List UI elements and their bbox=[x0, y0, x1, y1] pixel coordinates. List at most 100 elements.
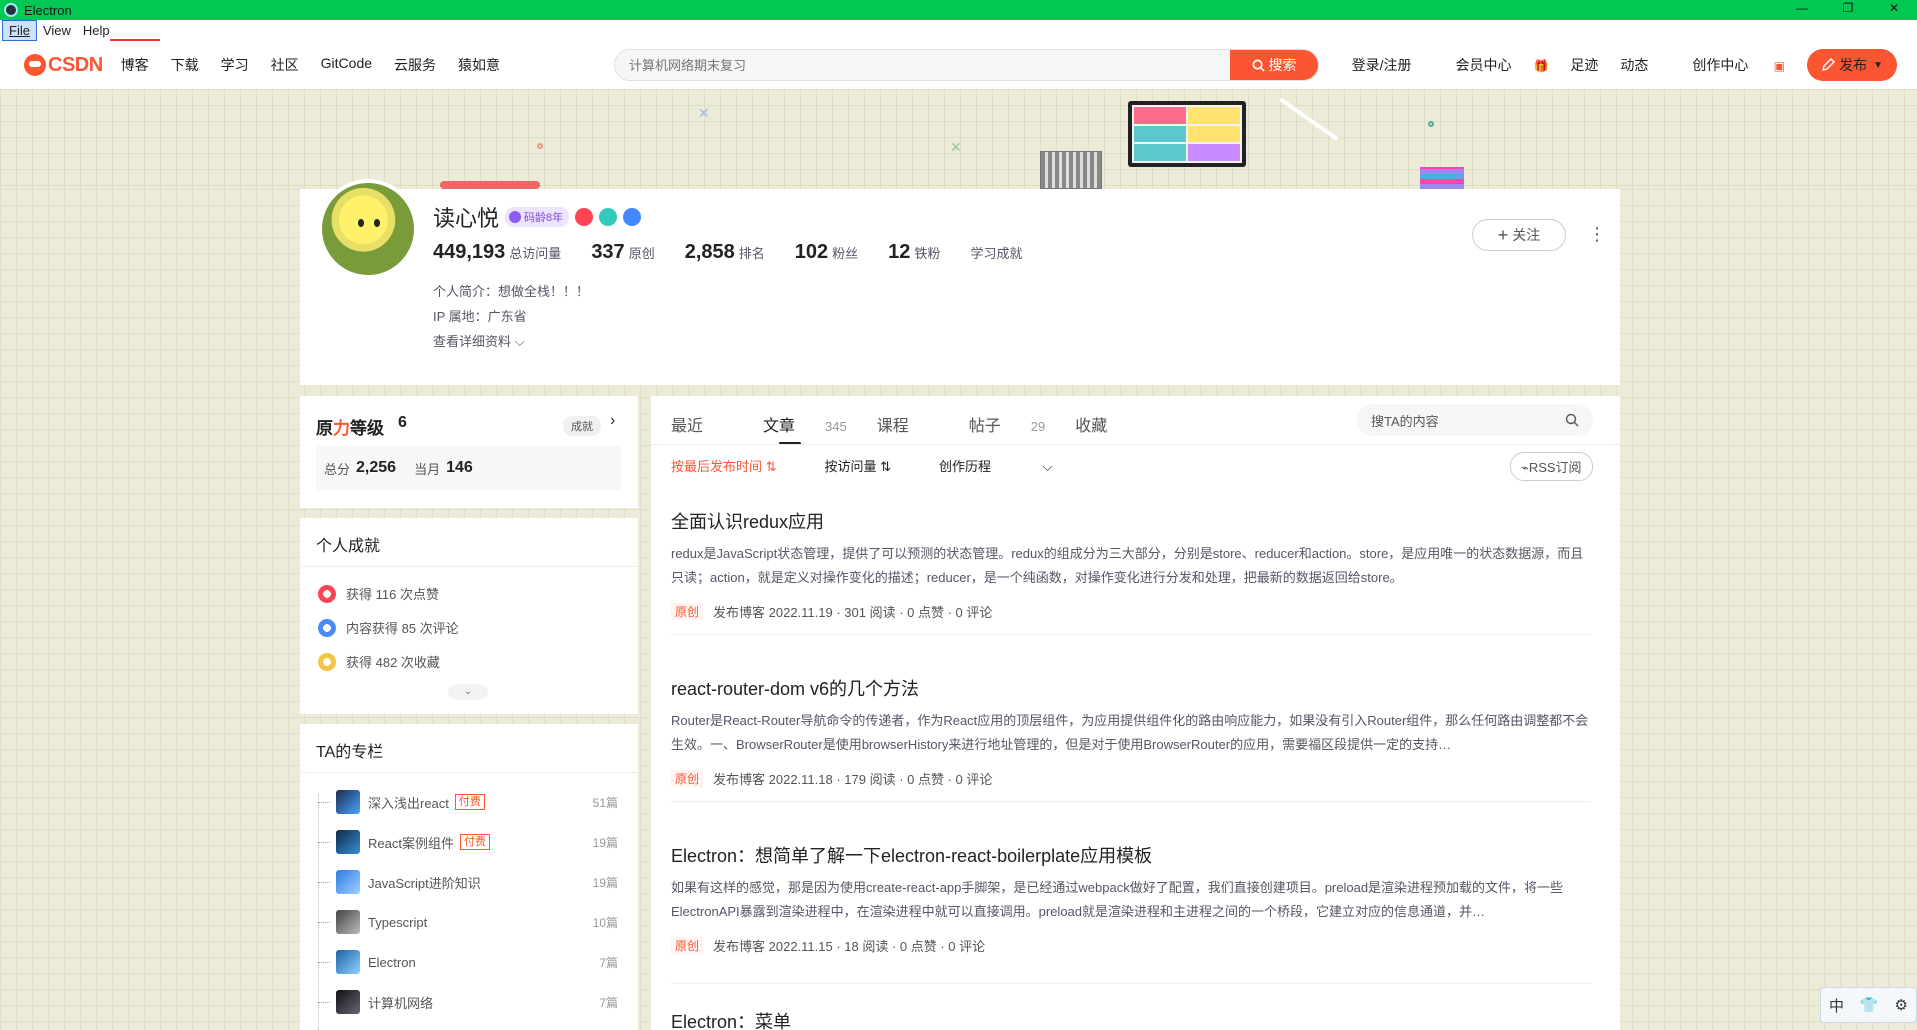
stat-value: 337 bbox=[591, 241, 625, 263]
nav-download[interactable]: 下载 bbox=[171, 55, 199, 75]
medal-icon[interactable] bbox=[623, 208, 642, 226]
stat-fans[interactable]: 102 粉丝 bbox=[795, 241, 858, 264]
nav-community[interactable]: 社区 bbox=[271, 55, 299, 75]
login-link[interactable]: 登录/注册 bbox=[1352, 55, 1412, 75]
search-icon[interactable] bbox=[1565, 413, 1579, 427]
toolbar-right: 登录/注册 会员中心 🎁 足迹 动态 创作中心 ▣ 发布 ▼ bbox=[1330, 41, 1897, 89]
menu-view[interactable]: View bbox=[37, 21, 77, 40]
article-meta-text: 发布博客 2022.11.15 · 18 阅读 · 0 点赞 · 0 评论 bbox=[713, 939, 986, 954]
level-achievement-tag[interactable]: 成就 bbox=[563, 416, 601, 436]
site-search-input[interactable] bbox=[615, 50, 1230, 80]
medal-icon[interactable] bbox=[575, 208, 594, 226]
creator-center-label: 创作中心 bbox=[1692, 57, 1749, 73]
stat-visits: 449,193 总访问量 bbox=[433, 241, 561, 264]
nav-learn[interactable]: 学习 bbox=[221, 55, 249, 75]
maximize-icon[interactable]: ❐ bbox=[1825, 0, 1871, 20]
server-illustration bbox=[1040, 151, 1102, 189]
code-age-icon bbox=[509, 211, 522, 223]
creation-history-dropdown[interactable]: 创作历程 ⌵ bbox=[939, 456, 1100, 475]
nav-cloud[interactable]: 云服务 bbox=[394, 55, 436, 75]
ime-settings-icon[interactable]: ⚙ bbox=[1895, 996, 1908, 1014]
tab-label: 帖子 bbox=[968, 418, 1001, 435]
article-title[interactable]: react-router-dom v6的几个方法 bbox=[671, 675, 1591, 701]
dynamic-link[interactable]: 动态 bbox=[1620, 55, 1648, 75]
month-score-value: 146 bbox=[446, 459, 473, 476]
vip-link-label: 会员中心 bbox=[1455, 57, 1512, 73]
article-title[interactable]: 全面认识redux应用 bbox=[671, 508, 1591, 534]
achievement-likes: 获得 116 次点赞 bbox=[318, 584, 439, 603]
publish-button[interactable]: 发布 ▼ bbox=[1807, 49, 1897, 81]
level-score-box: 总分 2,256 当月 146 bbox=[316, 446, 621, 490]
column-item[interactable]: JavaScript进阶知识 19篇 bbox=[318, 869, 618, 895]
column-item[interactable]: 计算机网络 7篇 bbox=[318, 989, 618, 1015]
article-item[interactable]: 全面认识redux应用 redux是JavaScript状态管理，提供了可以预测… bbox=[671, 508, 1591, 621]
nav-blog[interactable]: 博客 bbox=[121, 55, 149, 75]
nav-gitcode[interactable]: GitCode bbox=[321, 55, 372, 75]
article-item[interactable]: Electron：想简单了解一下electron-react-boilerpla… bbox=[671, 842, 1591, 955]
chevron-right-icon[interactable]: › bbox=[610, 412, 615, 430]
ime-language-label[interactable]: 中 bbox=[1829, 995, 1844, 1016]
profile-details-link[interactable]: 查看详细资料 ⌵ bbox=[433, 331, 524, 350]
site-search-button[interactable]: 搜索 bbox=[1230, 50, 1318, 80]
footprint-link[interactable]: 足迹 bbox=[1570, 55, 1598, 75]
medal-icon[interactable] bbox=[599, 208, 618, 226]
column-count: 19篇 bbox=[592, 835, 618, 850]
divider bbox=[671, 801, 1591, 802]
article-item[interactable]: Electron：菜单 bbox=[671, 1008, 1591, 1030]
achievements-title: 个人成就 bbox=[316, 538, 381, 555]
level-title: 原力等级 bbox=[316, 414, 384, 439]
tab-posts[interactable]: 帖子 29 bbox=[969, 412, 1045, 436]
level-card: 原力等级 6 成就 › 总分 2,256 当月 146 bbox=[300, 396, 638, 508]
csdn-logo-text: CSDN bbox=[48, 53, 103, 76]
column-item[interactable]: Electron 7篇 bbox=[318, 949, 618, 975]
nav-yuanruyi[interactable]: 猿如意 bbox=[458, 55, 500, 75]
tab-articles[interactable]: 文章 345 bbox=[763, 412, 847, 445]
column-item[interactable]: Typescript 10篇 bbox=[318, 909, 618, 935]
column-name: Electron bbox=[368, 954, 416, 970]
creator-center-link[interactable]: 创作中心 ▣ bbox=[1670, 55, 1785, 75]
avatar[interactable] bbox=[318, 179, 418, 279]
article-title[interactable]: Electron：菜单 bbox=[671, 1008, 1591, 1030]
article-item[interactable]: react-router-dom v6的几个方法 Router是React-Ro… bbox=[671, 675, 1591, 788]
learning-achievements-link[interactable]: 学习成就 bbox=[970, 243, 1022, 262]
stat-label: 排名 bbox=[738, 246, 765, 261]
sort-by-date[interactable]: 按最后发布时间 ⇅ bbox=[671, 456, 777, 475]
expand-chevron-icon[interactable]: ⌄ bbox=[448, 684, 488, 700]
csdn-logo[interactable]: CSDN bbox=[24, 54, 103, 77]
menu-file[interactable]: File bbox=[2, 20, 37, 41]
sort-by-views[interactable]: 按访问量 ⇅ bbox=[825, 456, 892, 475]
column-item[interactable]: React案例组件 付费 19篇 bbox=[318, 829, 618, 855]
rss-button[interactable]: ⌁RSS订阅 bbox=[1510, 452, 1593, 481]
column-count: 19篇 bbox=[592, 875, 618, 890]
column-name: Typescript bbox=[368, 914, 428, 930]
article-meta: 原创 发布博客 2022.11.18 · 179 阅读 · 0 点赞 · 0 评论 bbox=[671, 769, 1591, 788]
learning-achievements-label: 学习成就 bbox=[970, 246, 1023, 261]
close-icon[interactable]: ✕ bbox=[1871, 0, 1917, 20]
profile-banner: ✕ ✕ bbox=[0, 89, 1917, 189]
window-title: Electron bbox=[24, 2, 72, 18]
level-value: 6 bbox=[398, 414, 407, 431]
ime-toolbar[interactable]: 中 👕 ⚙ bbox=[1820, 987, 1917, 1023]
stat-label: 粉丝 bbox=[832, 246, 859, 261]
more-options-icon[interactable]: ⋮ bbox=[1588, 225, 1606, 243]
article-title[interactable]: Electron：想简单了解一下electron-react-boilerpla… bbox=[671, 842, 1591, 868]
column-name: 计算机网络 bbox=[368, 995, 434, 1011]
original-tag: 原创 bbox=[671, 770, 704, 787]
tab-recent[interactable]: 最近 bbox=[671, 412, 733, 436]
csdn-logo-icon bbox=[24, 54, 46, 76]
total-score-label: 总分 bbox=[324, 461, 351, 477]
tab-courses[interactable]: 课程 bbox=[877, 412, 939, 436]
content-search-placeholder: 搜TA的内容 bbox=[1371, 413, 1439, 429]
tab-favorites[interactable]: 收藏 bbox=[1075, 412, 1137, 436]
menu-help[interactable]: Help bbox=[77, 21, 116, 40]
ime-skin-icon[interactable]: 👕 bbox=[1860, 996, 1879, 1014]
column-name: React案例组件 bbox=[368, 835, 454, 851]
minimize-icon[interactable]: — bbox=[1779, 0, 1825, 20]
vip-link[interactable]: 会员中心 🎁 bbox=[1433, 55, 1548, 75]
follow-button[interactable]: + 关注 bbox=[1472, 219, 1566, 251]
content-search[interactable]: 搜TA的内容 bbox=[1357, 404, 1593, 436]
stat-iron-fans[interactable]: 12 铁粉 bbox=[888, 241, 940, 264]
achievement-text: 获得 482 次收藏 bbox=[346, 655, 440, 670]
column-item[interactable]: 深入浅出react 付费 51篇 bbox=[318, 789, 618, 815]
stat-value: 102 bbox=[794, 241, 829, 263]
